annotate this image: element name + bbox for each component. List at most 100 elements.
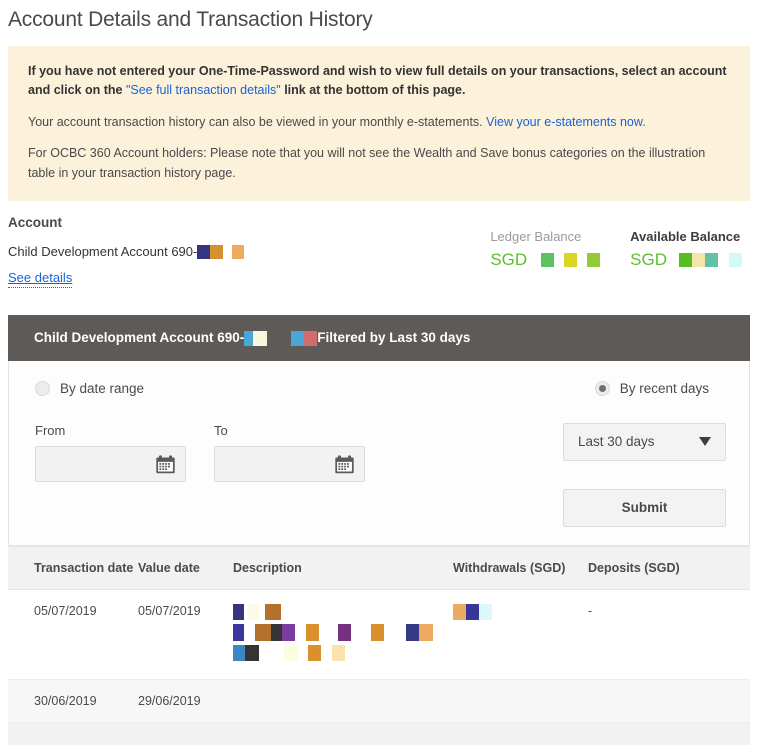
calendar-icon[interactable] (155, 454, 176, 475)
see-full-transaction-details-link[interactable]: "See full transaction details" (126, 83, 281, 97)
account-number-redaction (197, 244, 245, 260)
cell-value-date: 05/07/2019 (138, 589, 233, 680)
available-balance-redaction (673, 250, 742, 270)
description-redaction-line (233, 644, 453, 661)
redaction-block (197, 245, 211, 260)
radio-by-recent-days-control[interactable] (594, 380, 610, 396)
redaction-block (304, 330, 318, 346)
radio-by-recent-days[interactable]: By recent days (594, 380, 709, 396)
cell-deposits (588, 679, 750, 723)
transaction-table: Transaction date Value date Description … (8, 545, 750, 723)
notice-line-3: For OCBC 360 Account holders: Please not… (28, 146, 706, 180)
redaction-block (679, 253, 692, 268)
table-row: 30/06/2019 29/06/2019 (8, 679, 750, 723)
to-date-input[interactable] (214, 445, 365, 482)
redaction-block (265, 603, 281, 620)
to-label: To (214, 422, 228, 438)
notice-line-2-text: Your account transaction history can als… (28, 114, 487, 129)
panel-header-account-redaction (244, 330, 268, 346)
panel-body: By date range By recent days From To Las… (8, 360, 750, 546)
redaction-block (253, 330, 268, 346)
redaction-block (541, 253, 555, 268)
transaction-table-body: 05/07/2019 05/07/2019-30/06/2019 29/06/201… (8, 589, 750, 723)
redaction-block (479, 603, 492, 620)
available-balance: Available Balance SGD (630, 229, 742, 270)
ledger-balance: Ledger Balance SGD (490, 228, 601, 270)
redaction-block (247, 603, 259, 620)
cell-description (233, 679, 453, 723)
redaction-block (338, 623, 351, 641)
account-section: Account Child Development Account 690- S… (8, 215, 750, 303)
redaction-block (533, 253, 542, 268)
cell-withdrawals (453, 589, 588, 680)
redaction-block (308, 644, 321, 661)
available-balance-currency: SGD (630, 249, 667, 269)
ledger-balance-redaction (533, 250, 601, 270)
ledger-balance-currency: SGD (490, 249, 528, 269)
column-transaction-date: Transaction date (8, 545, 138, 590)
redaction-block (453, 603, 466, 620)
notice-line-2: Your account transaction history can als… (28, 113, 730, 132)
redaction-block (371, 623, 384, 641)
chevron-down-icon (699, 437, 711, 447)
calendar-icon[interactable] (334, 454, 355, 475)
from-field-group: From (35, 423, 186, 482)
ledger-balance-value: SGD (490, 249, 601, 270)
redaction-block (233, 623, 244, 641)
redaction-block (284, 644, 298, 661)
redaction-block (692, 253, 705, 268)
redaction-block (271, 623, 282, 641)
view-estatements-link[interactable]: View your e-statements now. (486, 115, 646, 129)
see-details-link[interactable]: See details (8, 270, 73, 289)
recent-days-selected-value: Last 30 days (578, 434, 655, 450)
redaction-block (306, 623, 319, 641)
redaction-block (233, 603, 244, 620)
redaction-block (223, 245, 233, 260)
redaction-block (255, 623, 271, 641)
panel-header-filter-redaction (291, 330, 318, 346)
table-row: 05/07/2019 05/07/2019 - (8, 589, 750, 680)
column-deposits: Deposits (SGD) (588, 545, 750, 590)
table-header-row: Transaction date Value date Description … (8, 545, 750, 590)
description-redaction-line (233, 623, 453, 641)
redaction-block (718, 253, 729, 268)
cell-transaction-date: 05/07/2019 (8, 589, 138, 680)
radio-by-recent-days-label: By recent days (619, 380, 709, 396)
notice-line-1: If you have not entered your One-Time-Pa… (28, 62, 730, 101)
cell-transaction-date: 30/06/2019 (8, 679, 138, 723)
column-description: Description (233, 545, 453, 590)
panel-header: Child Development Account 690- Filtered … (8, 314, 750, 361)
available-balance-label: Available Balance (630, 228, 741, 244)
recent-days-controls: Last 30 days Submit (563, 422, 726, 527)
from-date-input[interactable] (35, 445, 186, 482)
radio-by-date-range[interactable]: By date range (35, 380, 145, 396)
radio-by-date-range-control[interactable] (35, 380, 50, 396)
from-label: From (35, 422, 66, 438)
redaction-block (245, 644, 259, 661)
radio-by-date-range-label: By date range (60, 380, 145, 396)
balances-group: Ledger Balance SGD Available Balance SGD (490, 229, 742, 270)
redaction-block (577, 253, 588, 268)
available-balance-value: SGD (630, 250, 742, 270)
submit-button[interactable]: Submit (563, 488, 726, 527)
transaction-filter-panel: Child Development Account 690- Filtered … (8, 314, 750, 546)
redaction-block (564, 253, 578, 268)
redaction-block (332, 644, 345, 661)
account-name-text: Child Development Account 690- (8, 244, 198, 260)
page-title: Account Details and Transaction History (8, 8, 373, 31)
panel-header-account-name: Child Development Account 690- (34, 330, 245, 346)
redaction-block (554, 253, 565, 268)
ledger-balance-label: Ledger Balance (490, 228, 582, 244)
column-withdrawals: Withdrawals (SGD) (453, 545, 588, 590)
redaction-block (705, 253, 718, 268)
cell-withdrawals (453, 679, 588, 723)
redaction-block (729, 253, 742, 268)
transaction-table-header: Transaction date Value date Description … (8, 545, 750, 590)
redaction-block (244, 330, 254, 346)
cell-description (233, 589, 453, 680)
recent-days-select[interactable]: Last 30 days (563, 422, 726, 461)
redaction-block (419, 623, 433, 641)
redaction-block (232, 245, 245, 260)
to-field-group: To (214, 423, 365, 482)
panel-header-filter-label: Filtered by Last 30 days (317, 330, 471, 346)
